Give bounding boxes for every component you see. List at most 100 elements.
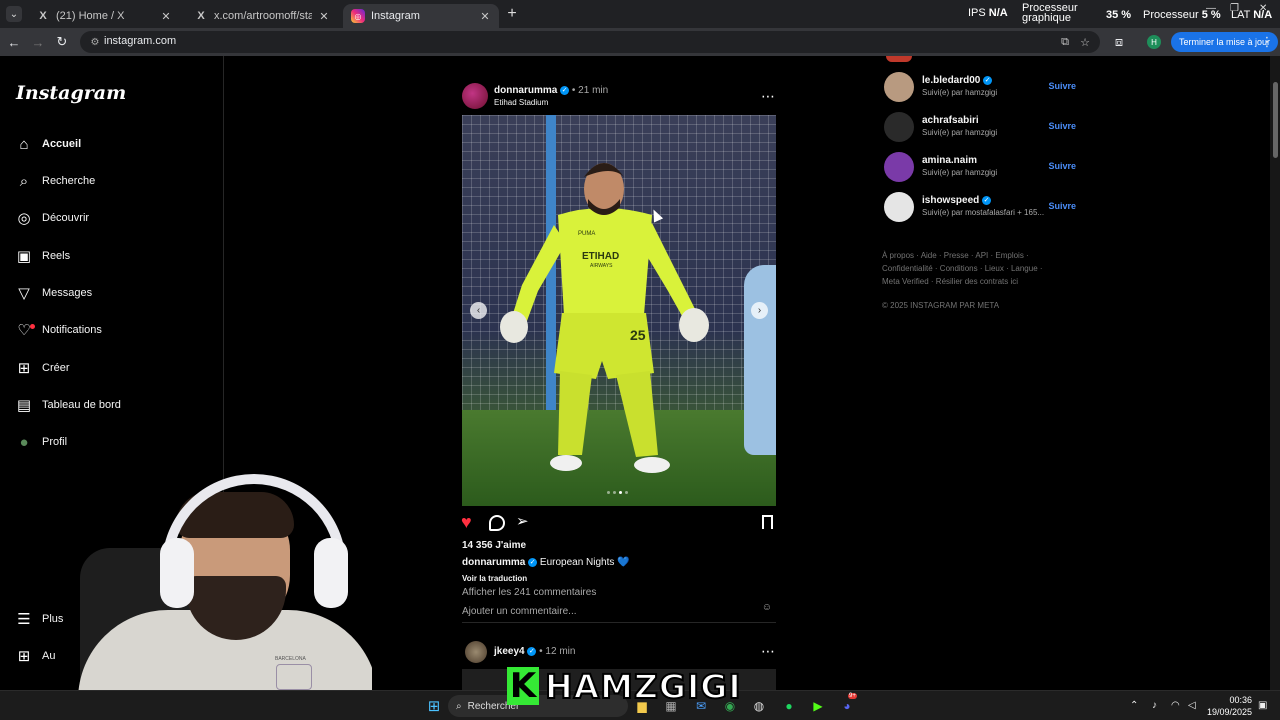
verified-badge-icon: ✓: [983, 75, 993, 85]
x-logo-icon: X: [197, 10, 205, 22]
page-scrollbar[interactable]: [1270, 56, 1280, 690]
plus-square-icon: ⊞: [17, 360, 31, 377]
new-tab-button[interactable]: +: [504, 5, 520, 23]
emoji-icon[interactable]: ☺: [762, 602, 772, 613]
avatar-icon: ●: [19, 433, 29, 451]
sidebar-item-creer[interactable]: ⊞ Créer: [16, 356, 70, 380]
post-author-line: donnarumma ✓ • 21 min: [494, 85, 608, 96]
footer-links[interactable]: À propos · Aide · Presse · API · Emplois…: [882, 249, 1082, 288]
post-time: • 21 min: [571, 85, 609, 96]
grid-icon: ⊞: [17, 648, 31, 665]
sidebar-item-reels[interactable]: ▣ Reels: [16, 244, 70, 268]
sidebar-item-notifications[interactable]: ♡ Notifications: [16, 318, 102, 342]
post2-options-icon[interactable]: ⋯: [761, 643, 775, 660]
view-comments-link[interactable]: Afficher les 241 commentaires: [462, 587, 596, 598]
sidebar-item-accueil[interactable]: ⌂ Accueil: [16, 132, 81, 156]
close-tab-icon[interactable]: ✕: [479, 10, 491, 23]
close-tab-icon[interactable]: ✕: [160, 10, 172, 23]
post2-author-line: jkeey4 ✓ • 12 min: [494, 646, 576, 657]
sidebar-item-messages[interactable]: ▽ Messages: [16, 281, 92, 305]
jersey-brand: PUMA: [578, 231, 596, 237]
other-player: [744, 265, 776, 455]
suggestion-avatar-partial: [886, 56, 912, 62]
tab-instagram[interactable]: ◎ Instagram ✕: [343, 4, 499, 28]
sidebar-item-recherche[interactable]: ⌕ Recherche: [16, 169, 95, 193]
bookmark-star-icon[interactable]: ☆: [1078, 35, 1092, 49]
follow-button[interactable]: Suivre: [1048, 161, 1076, 171]
dashboard-icon: ▤: [16, 397, 32, 414]
verified-badge-icon: ✓: [527, 646, 537, 656]
post-options-icon[interactable]: ⋯: [761, 88, 775, 105]
address-bar[interactable]: ⚙ instagram.com ⧉ ☆: [80, 31, 1100, 53]
follow-button[interactable]: Suivre: [1048, 201, 1076, 211]
suggestion-avatar[interactable]: [884, 192, 914, 222]
windows-start-icon[interactable]: ⊞: [425, 697, 443, 715]
close-tab-icon[interactable]: ✕: [318, 10, 330, 23]
taskbar-clock[interactable]: 00:36 19/09/2025: [1204, 694, 1252, 718]
browser-menu-icon[interactable]: ⋮: [1259, 34, 1275, 50]
instagram-logo[interactable]: Instagram: [16, 82, 126, 104]
microphone-icon[interactable]: ♪: [1152, 700, 1157, 711]
install-app-icon[interactable]: ⧉: [1058, 35, 1072, 49]
streamer-name-banner: K HAMZGIGI: [507, 666, 748, 707]
extensions-icon[interactable]: ⧈: [1111, 34, 1127, 50]
back-arrow-icon[interactable]: ←: [6, 34, 22, 50]
discord-icon[interactable]: ◕ 9+: [838, 693, 857, 715]
sidebar-item-decouvrir[interactable]: ◎ Découvrir: [16, 206, 89, 230]
verified-badge-icon: ✓: [982, 195, 992, 205]
see-translation-link[interactable]: Voir la traduction: [462, 574, 527, 583]
sidebar-item-tableau-de-bord[interactable]: ▤ Tableau de bord: [16, 393, 121, 417]
tab-search-chevron-icon[interactable]: ⌄: [6, 6, 22, 22]
instagram-icon: ◎: [351, 9, 365, 23]
liked-heart-icon[interactable]: ♥: [461, 512, 472, 533]
post-author-username[interactable]: donnarumma: [494, 85, 557, 96]
x-logo-icon: X: [39, 10, 47, 22]
suggestion-avatar[interactable]: [884, 72, 914, 102]
carousel-prev-button[interactable]: ‹: [470, 302, 487, 319]
tab-x-status[interactable]: X x.com/artroomoff/status/19658 ✕: [186, 4, 338, 28]
forward-arrow-icon[interactable]: →: [30, 34, 46, 50]
browser-toolbar: ← → ↻ ⚙ instagram.com ⧉ ☆ ⧈ H Terminer l…: [0, 28, 1280, 56]
close-window-icon[interactable]: ✕: [1259, 3, 1267, 14]
hud-gpu-label: Processeur graphique: [1022, 2, 1078, 24]
suggestion-avatar[interactable]: [884, 152, 914, 182]
follow-button[interactable]: Suivre: [1048, 121, 1076, 131]
browser-tab-bar: ⌄ X (21) Home / X ✕ X x.com/artroomoff/s…: [0, 0, 1280, 28]
kick-icon[interactable]: ▶: [809, 697, 827, 715]
carousel-dots: [607, 491, 628, 494]
notification-center-icon[interactable]: ▣: [1258, 700, 1267, 711]
post-author-avatar[interactable]: [462, 83, 488, 109]
like-count[interactable]: 14 356 J'aime: [462, 540, 526, 551]
restore-icon[interactable]: ❐: [1230, 3, 1239, 14]
jersey-sponsor-sub: AIRWAYS: [590, 263, 613, 269]
spotify-icon[interactable]: ●: [780, 697, 798, 715]
profile-avatar[interactable]: H: [1147, 35, 1161, 49]
reload-icon[interactable]: ↻: [54, 34, 70, 50]
site-info-icon[interactable]: ⚙: [88, 35, 102, 49]
volume-icon[interactable]: ◁: [1188, 700, 1196, 711]
suggestion-avatar[interactable]: [884, 112, 914, 142]
send-icon: ▽: [18, 285, 30, 302]
sidebar-item-profil[interactable]: ● Profil: [16, 430, 67, 454]
notification-dot: [30, 324, 35, 329]
suggestion-row: achrafsabiri Suivi(e) par hamzgigi Suivr…: [884, 112, 1076, 144]
verified-badge-icon: ✓: [560, 85, 570, 95]
wifi-icon[interactable]: ◠: [1171, 700, 1180, 711]
follow-button[interactable]: Suivre: [1048, 81, 1076, 91]
tab-x-home[interactable]: X (21) Home / X ✕: [28, 4, 180, 28]
webcam-overlay: BARCELONA: [48, 468, 372, 690]
post-location[interactable]: Etihad Stadium: [494, 98, 548, 107]
carousel-next-button[interactable]: ›: [751, 302, 768, 319]
minimize-icon[interactable]: —: [1206, 3, 1216, 14]
post2-author-avatar[interactable]: [465, 641, 487, 663]
suggestion-row: le.bledard00 ✓ Suivi(e) par hamzgigi Sui…: [884, 72, 1076, 104]
obs-icon[interactable]: ◍: [750, 697, 768, 715]
tray-chevron-icon[interactable]: ⌃: [1130, 700, 1138, 711]
comment-icon[interactable]: [489, 515, 505, 531]
post-photo[interactable]: ETIHAD AIRWAYS PUMA 25 ‹ ›: [462, 115, 776, 506]
share-icon[interactable]: ➢: [516, 512, 529, 530]
add-comment-field[interactable]: Ajouter un commentaire... ☺: [462, 602, 776, 623]
save-bookmark-icon[interactable]: [762, 515, 773, 529]
verified-badge-icon: ✓: [528, 557, 538, 567]
heart-icon: ♡: [16, 322, 35, 339]
